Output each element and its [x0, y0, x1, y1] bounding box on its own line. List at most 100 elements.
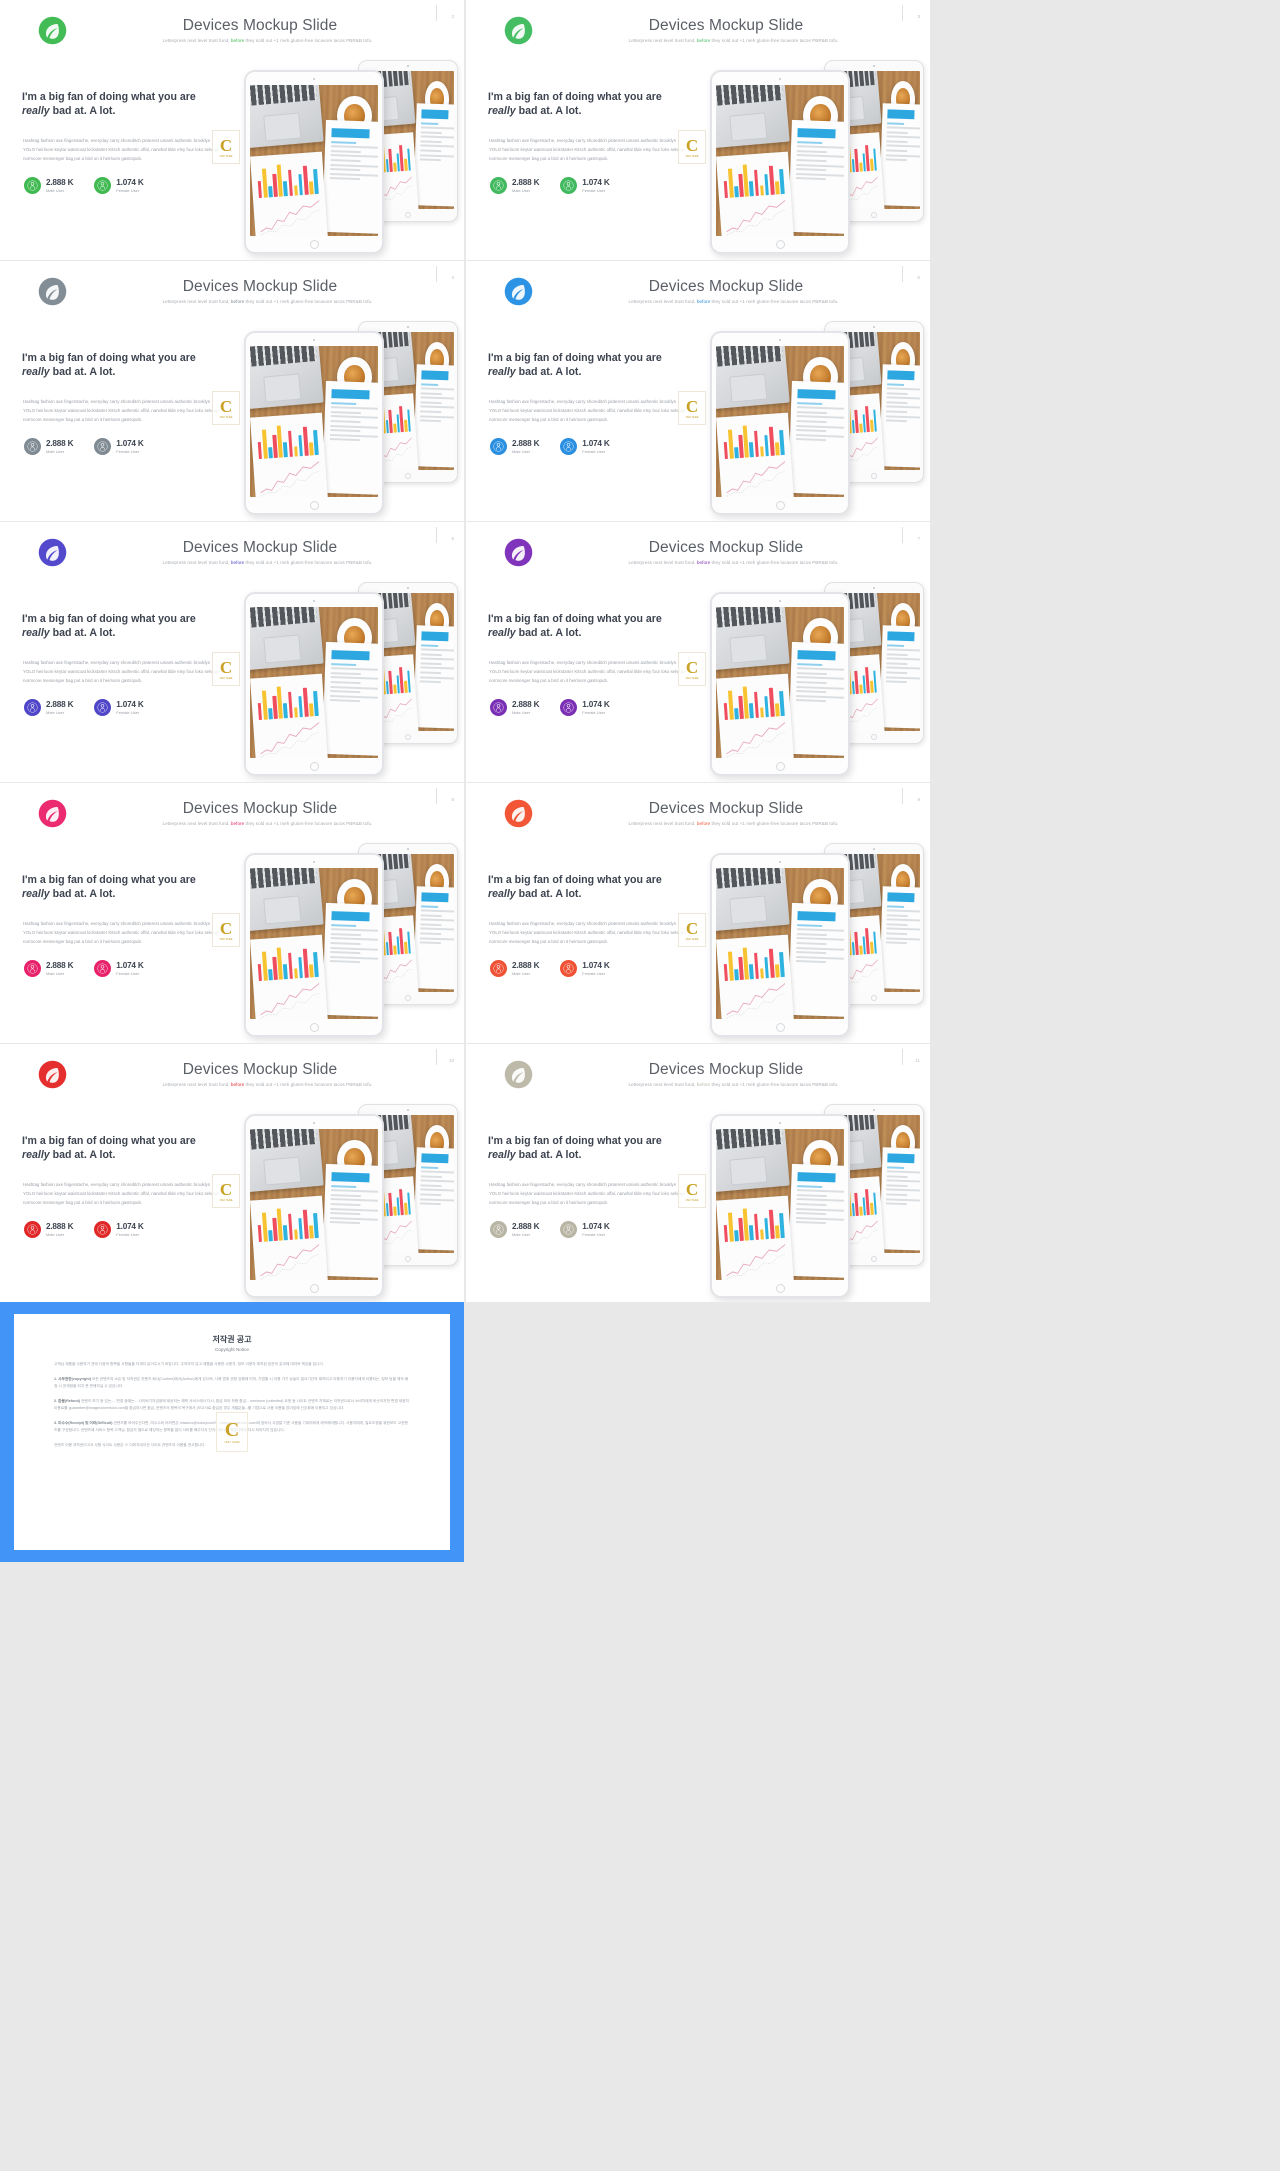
bar-chart-graphic: [256, 1205, 319, 1243]
slide-thumbnail[interactable]: 2 Devices Mockup Slide Letterpress next …: [0, 0, 464, 260]
report-text-line: [330, 434, 378, 439]
slide-subtitle: Letterpress next level trust fund, befor…: [162, 38, 373, 43]
report-text-line: [796, 960, 827, 964]
laptop-trackpad: [263, 112, 302, 142]
device-mockup-group: C ONLY SLIDE: [212, 56, 458, 254]
slide-page-number: 6: [451, 536, 454, 541]
stat-value: 1.074 K: [582, 178, 610, 187]
report-text-line: [331, 406, 378, 411]
watermark-badge: C ONLY SLIDE: [678, 391, 706, 425]
report-text-line: [330, 695, 378, 700]
tablet-front-screen: [250, 607, 378, 758]
stat-item: 2.888 K Male User: [24, 699, 73, 716]
slide-body-text: Hashtag fashion axe fingerstache, everyd…: [489, 138, 686, 162]
brand-logo: [504, 277, 533, 306]
report-text-line: [419, 419, 442, 423]
female-user-icon: [94, 177, 112, 194]
tablet-front-screen: [250, 85, 378, 236]
slide-thumbnail[interactable]: 3 Devices Mockup Slide Letterpress next …: [466, 0, 930, 260]
male-user-icon: [24, 960, 41, 977]
tablet-front-device: [244, 70, 384, 254]
device-mockup-group: C ONLY SLIDE: [678, 1100, 924, 1298]
slide-thumbnail[interactable]: 4 Devices Mockup Slide Letterpress next …: [0, 261, 464, 521]
slide-page-number: 5: [917, 275, 920, 280]
stats-row: 2.888 K Male User 1.074 K Female User: [24, 438, 144, 455]
laptop-trackpad: [729, 1156, 768, 1186]
tablet-front-screen: [716, 1129, 844, 1280]
stat-value: 2.888 K: [46, 700, 74, 709]
report-text-line: [885, 1198, 920, 1202]
male-user-icon: [27, 1224, 38, 1235]
tablet-front-device: [244, 1114, 384, 1298]
stat-item: 1.074 K Female User: [94, 960, 144, 977]
report-text-line: [886, 653, 909, 656]
stat-label: Male User: [46, 710, 65, 715]
slide-thumbnail[interactable]: 10 Devices Mockup Slide Letterpress next…: [0, 1044, 464, 1304]
camera-dot-icon: [407, 1109, 409, 1111]
male-user-icon: [493, 963, 504, 974]
chart-paper-left: [250, 674, 328, 758]
stat-value: 2.888 K: [46, 178, 74, 187]
slide-thumbnail[interactable]: 6 Devices Mockup Slide Letterpress next …: [0, 522, 464, 782]
male-user-icon: [490, 960, 507, 977]
camera-dot-icon: [778, 77, 782, 80]
stat-label: Female User: [116, 188, 140, 193]
report-blue-header: [332, 128, 370, 139]
report-text-line: [331, 1189, 378, 1194]
report-text-line: [886, 918, 920, 923]
female-user-icon: [97, 441, 108, 452]
stat-item: 2.888 K Male User: [24, 960, 73, 977]
report-text-line: [797, 411, 828, 415]
stats-row: 2.888 K Male User 1.074 K Female User: [24, 177, 144, 194]
slide-thumbnail[interactable]: 9 Devices Mockup Slide Letterpress next …: [466, 783, 930, 1043]
slide-subtitle: Letterpress next level trust fund, befor…: [628, 38, 839, 43]
report-text-line: [797, 672, 828, 676]
female-user-icon: [560, 699, 578, 716]
report-blue-header: [798, 389, 836, 400]
report-text-line: [331, 946, 378, 951]
home-button-icon: [871, 734, 877, 740]
report-text-line: [886, 126, 920, 130]
stat-item: 1.074 K Female User: [560, 1221, 610, 1238]
brand-logo: [504, 16, 533, 45]
laptop-keyboard: [250, 1129, 318, 1151]
female-user-icon: [560, 1221, 578, 1238]
watermark-badge: C ONLY SLIDE: [678, 130, 706, 164]
stat-value: 1.074 K: [582, 700, 610, 709]
report-paper-right: [413, 1147, 454, 1252]
stat-label: Female User: [116, 1232, 140, 1237]
report-text-line: [886, 1188, 920, 1193]
report-blue-header: [887, 892, 915, 902]
bar-chart-graphic: [256, 161, 319, 199]
report-text-line: [797, 685, 844, 690]
report-text-line: [419, 415, 454, 419]
report-text-line: [885, 937, 920, 941]
tablet-front-device: [244, 592, 384, 776]
report-text-line: [420, 140, 442, 144]
report-text-line: [886, 140, 908, 144]
report-text-line: [797, 1198, 844, 1203]
report-text-line: [885, 419, 908, 423]
stat-label: Female User: [116, 971, 140, 976]
camera-dot-icon: [407, 65, 409, 67]
slide-thumbnail[interactable]: 7 Devices Mockup Slide Letterpress next …: [466, 522, 930, 782]
stat-item: 2.888 K Male User: [24, 438, 73, 455]
report-text-line: [886, 666, 920, 671]
slide-thumbnail[interactable]: 5 Devices Mockup Slide Letterpress next …: [466, 261, 930, 521]
leaf-logo-icon: [504, 538, 533, 567]
slide-thumbnail[interactable]: 11 Devices Mockup Slide Letterpress next…: [466, 1044, 930, 1304]
watermark-letter: C: [685, 918, 699, 938]
desk-photo: [250, 1129, 378, 1280]
report-text-line: [886, 932, 908, 936]
laptop-keyboard: [250, 346, 318, 368]
slide-body-text: Hashtag fashion axe fingerstache, everyd…: [23, 660, 220, 684]
male-user-icon: [24, 1221, 41, 1238]
copyright-notice-slide[interactable]: 저작권 공고 Copyright Notice 고객님 제품을 사용하기 전에 …: [0, 1302, 464, 1562]
copyright-paragraph: 2. 환불(Refund) 컨텐츠 보기 등 있는..., 변경 중에는... …: [54, 1399, 409, 1410]
tablet-front-screen: [250, 1129, 378, 1280]
watermark-letter: C: [219, 918, 233, 938]
slide-thumbnail[interactable]: 8 Devices Mockup Slide Letterpress next …: [0, 783, 464, 1043]
report-blue-header: [798, 650, 836, 661]
report-text-line: [797, 424, 844, 429]
page-divider: [436, 5, 437, 21]
